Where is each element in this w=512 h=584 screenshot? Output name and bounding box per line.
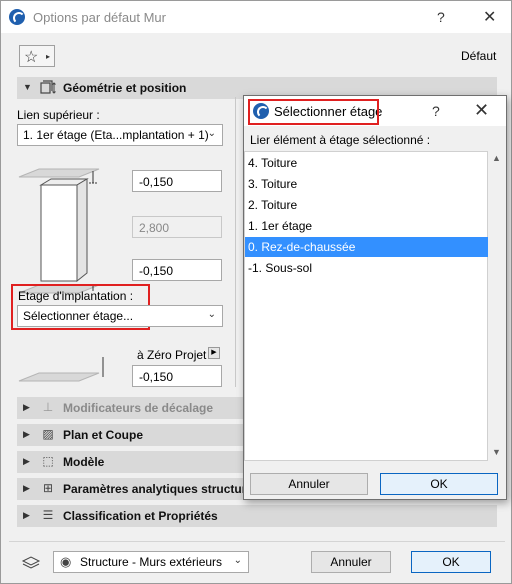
- star-icon: ☆: [24, 49, 39, 66]
- section-label: Modificateurs de décalage: [63, 401, 214, 415]
- chevron-right-icon: ▶: [23, 429, 30, 439]
- dialog-ok-button[interactable]: OK: [380, 473, 498, 495]
- classification-icon: ☰: [42, 508, 54, 522]
- list-scrollbar[interactable]: ▲ ▼: [488, 151, 505, 461]
- dialog-title-highlight: [248, 99, 379, 125]
- top-link-value: 1. 1er étage (Eta...mplantation + 1): [23, 128, 209, 142]
- cancel-button[interactable]: Annuler: [311, 551, 391, 573]
- reference-menu-button[interactable]: ▶: [208, 347, 220, 359]
- footer-divider: [9, 541, 505, 542]
- chevron-right-icon: ▶: [23, 456, 30, 466]
- top-link-select[interactable]: 1. 1er étage (Eta...mplantation + 1) ⌄: [17, 124, 223, 146]
- top-offset-field[interactable]: -0,150: [132, 170, 222, 192]
- window-titlebar: Options par défaut Mur ? ✕: [1, 1, 511, 33]
- close-button[interactable]: ✕: [483, 7, 496, 27]
- chevron-down-icon: ▼: [23, 82, 32, 92]
- bottom-offset-value: -0,150: [139, 264, 174, 278]
- dialog-cancel-button[interactable]: Annuler: [250, 473, 368, 495]
- chevron-down-icon: ⌄: [207, 309, 216, 320]
- model-icon: ⬚: [42, 454, 54, 468]
- divider: [235, 97, 236, 387]
- reference-offset-value: -0,150: [139, 370, 174, 384]
- scroll-down-icon[interactable]: ▼: [492, 447, 501, 457]
- section-classification[interactable]: ▶ ☰ Classification et Propriétés: [17, 505, 497, 527]
- list-item[interactable]: -1. Sous-sol: [245, 258, 489, 278]
- archicad-logo-icon: [9, 9, 25, 25]
- floor-plan-icon: ▨: [42, 427, 54, 441]
- section-label: Plan et Coupe: [63, 428, 144, 442]
- favorites-button[interactable]: ☆ ▸: [19, 45, 55, 67]
- list-item-selected[interactable]: 0. Rez-de-chaussée: [245, 237, 489, 257]
- bottom-offset-field[interactable]: -0,150: [132, 259, 222, 281]
- wall-height-value: 2,800: [139, 221, 170, 235]
- default-label: Défaut: [461, 49, 497, 63]
- home-story-label: Etage d'implantation :: [18, 289, 134, 303]
- offset-modifier-icon: ⊥: [42, 400, 54, 414]
- chevron-down-icon: ⌄: [207, 128, 216, 139]
- ok-button[interactable]: OK: [411, 551, 491, 573]
- dialog-subtitle: Lier élément à étage sélectionné :: [250, 133, 431, 147]
- structural-icon: ⊞: [42, 481, 54, 495]
- help-button[interactable]: ?: [437, 9, 445, 25]
- layers-icon: [21, 555, 41, 569]
- chevron-right-icon: ▸: [46, 52, 51, 61]
- home-story-value: Sélectionner étage...: [23, 309, 134, 323]
- close-button[interactable]: ✕: [474, 100, 489, 121]
- chevron-right-icon: ▶: [23, 510, 30, 520]
- chevron-right-icon: ▶: [23, 483, 30, 493]
- layer-value: Structure - Murs extérieurs: [80, 555, 223, 569]
- wall-height-field: 2,800: [132, 216, 222, 238]
- chevron-right-icon: ▶: [23, 402, 30, 412]
- geometry-icon: [39, 80, 57, 96]
- scroll-up-icon[interactable]: ▲: [492, 153, 501, 163]
- home-story-select[interactable]: Sélectionner étage... ⌄: [17, 305, 223, 327]
- eye-icon: ◉: [60, 554, 72, 569]
- reference-level-diagram: [18, 357, 104, 382]
- section-label: Paramètres analytiques structurels: [63, 482, 264, 496]
- reference-label: à Zéro Projet: [137, 348, 207, 362]
- section-label: Classification et Propriétés: [63, 509, 218, 523]
- reference-offset-field[interactable]: -0,150: [132, 365, 222, 387]
- story-list[interactable]: 4. Toiture 3. Toiture 2. Toiture 1. 1er …: [244, 151, 489, 461]
- top-link-label: Lien supérieur :: [17, 108, 100, 122]
- section-label: Modèle: [63, 455, 105, 469]
- section-label: Géométrie et position: [63, 81, 187, 95]
- chevron-down-icon: ⌄: [233, 555, 242, 566]
- help-button[interactable]: ?: [432, 103, 440, 119]
- list-item[interactable]: 4. Toiture: [245, 153, 489, 173]
- select-story-dialog: Sélectionner étage ? ✕ Lier élément à ét…: [243, 95, 507, 500]
- layer-select[interactable]: ◉ Structure - Murs extérieurs ⌄: [53, 551, 249, 573]
- top-offset-value: -0,150: [139, 175, 174, 189]
- list-item[interactable]: 3. Toiture: [245, 174, 489, 194]
- wall-diagram: [18, 168, 100, 283]
- list-item[interactable]: 2. Toiture: [245, 195, 489, 215]
- window-title: Options par défaut Mur: [33, 10, 166, 25]
- list-item[interactable]: 1. 1er étage: [245, 216, 489, 236]
